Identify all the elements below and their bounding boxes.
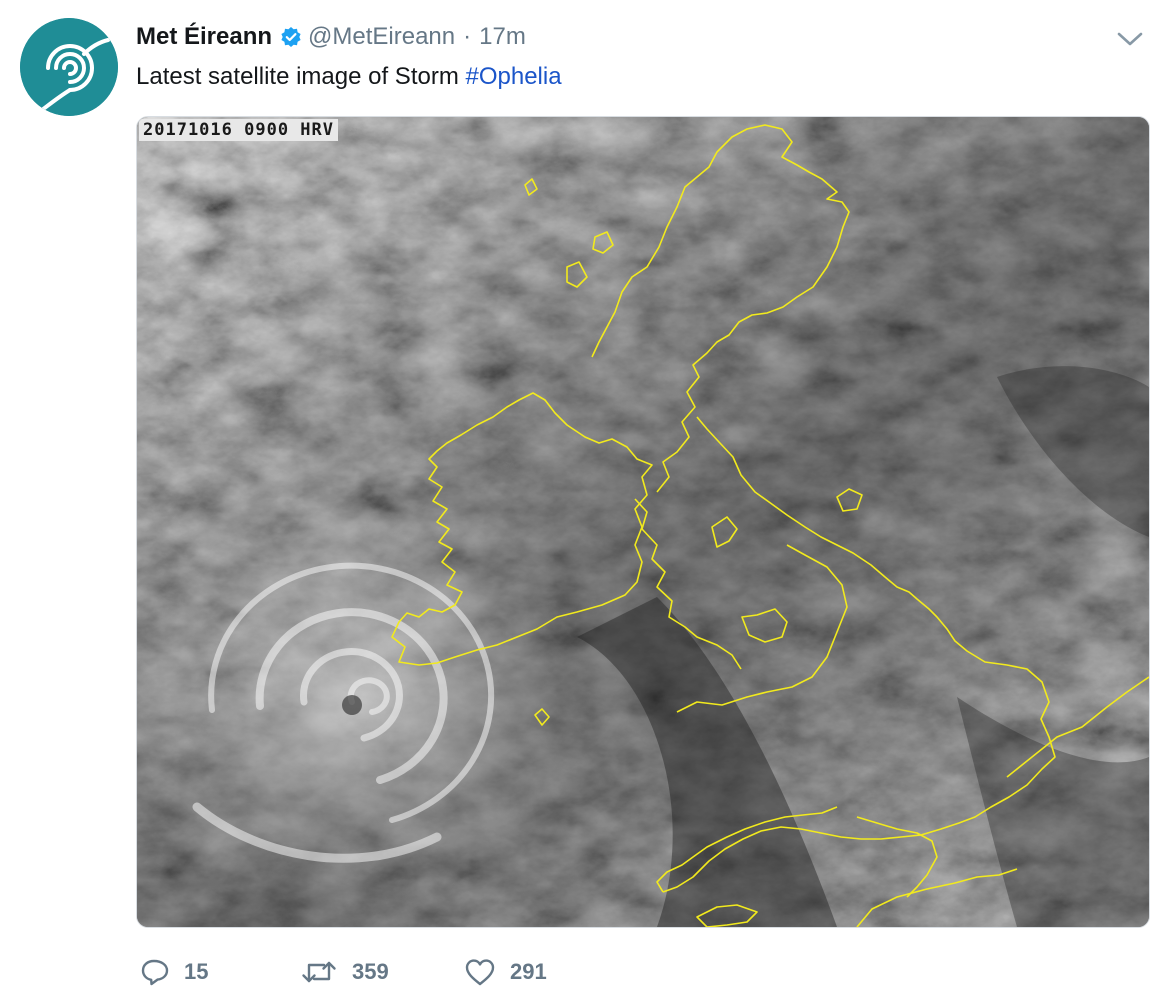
hashtag-link[interactable]: #Ophelia	[465, 63, 561, 90]
retweet-count: 359	[352, 959, 389, 984]
satellite-image[interactable]: 20171016 0900 HRV	[136, 116, 1150, 928]
met-eireann-logo-icon	[20, 18, 118, 116]
tweet-header: Met Éireann @MetEireann · 17m	[136, 20, 526, 54]
separator-dot: ·	[463, 23, 472, 50]
tweet-menu-button[interactable]	[1116, 26, 1144, 52]
image-timestamp-overlay: 20171016 0900 HRV	[139, 119, 338, 141]
chevron-down-icon	[1117, 32, 1143, 46]
tweet-text-body: Latest satellite image of Storm	[136, 63, 466, 90]
reply-icon	[141, 959, 169, 986]
satellite-image-graphic	[137, 117, 1149, 927]
avatar[interactable]	[20, 18, 118, 116]
like-count: 291	[510, 959, 547, 984]
heart-icon	[465, 959, 495, 986]
reply-count: 15	[184, 959, 209, 984]
retweet-button[interactable]: 359	[300, 952, 389, 992]
retweet-icon	[302, 961, 336, 983]
verified-badge-icon	[280, 26, 302, 48]
tweet-timestamp[interactable]: 17m	[479, 23, 526, 51]
author-name[interactable]: Met Éireann	[136, 23, 272, 51]
reply-button[interactable]: 15	[140, 952, 208, 992]
tweet-text: Latest satellite image of Storm #Ophelia	[136, 60, 562, 94]
like-button[interactable]: 291	[464, 952, 547, 992]
author-handle[interactable]: @MetEireann	[308, 23, 455, 51]
